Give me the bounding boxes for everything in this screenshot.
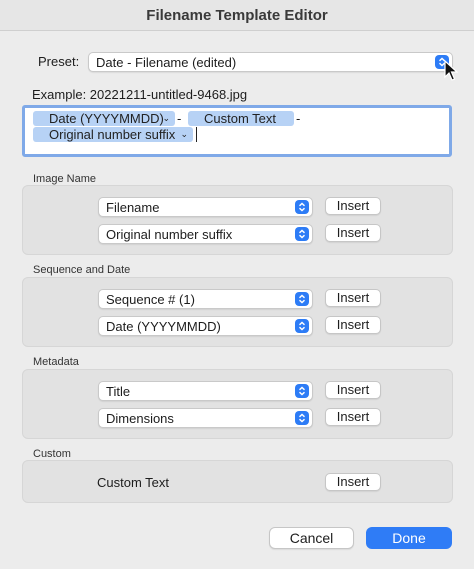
- up-down-chevron-icon: [295, 319, 309, 333]
- section-label-sequence-date: Sequence and Date: [33, 264, 131, 276]
- insert-dimensions-button[interactable]: Insert: [325, 408, 381, 426]
- preset-label: Preset:: [38, 54, 80, 69]
- date-select[interactable]: Date (YYYYMMDD): [98, 316, 313, 336]
- insert-sequence-button[interactable]: Insert: [325, 289, 381, 307]
- up-down-chevron-icon: [295, 411, 309, 425]
- arrow-cursor-icon: [444, 60, 458, 81]
- insert-title-button[interactable]: Insert: [325, 381, 381, 399]
- custom-panel: [22, 460, 453, 503]
- title-select-value: Title: [106, 383, 131, 399]
- up-down-chevron-icon: [295, 200, 309, 214]
- filename-select[interactable]: Filename: [98, 197, 313, 217]
- template-token[interactable]: Date (YYYYMMDD) ⌄: [33, 111, 175, 126]
- up-down-chevron-icon: [295, 384, 309, 398]
- insert-date-button[interactable]: Insert: [325, 316, 381, 334]
- example-filename: Example: 20221211-untitled-9468.jpg: [32, 87, 248, 102]
- up-down-chevron-icon: [295, 292, 309, 306]
- text-caret: [196, 127, 197, 142]
- template-token[interactable]: Original number suffix ⌄: [33, 127, 193, 142]
- template-separator: -: [296, 111, 301, 126]
- template-token-label: Custom Text: [204, 111, 277, 126]
- template-token-label: Date (YYYYMMDD): [49, 111, 164, 126]
- original-number-suffix-value: Original number suffix: [106, 226, 233, 242]
- dimensions-select-value: Dimensions: [106, 410, 174, 426]
- title-bar: Filename Template Editor: [0, 0, 474, 31]
- filename-select-value: Filename: [106, 199, 160, 215]
- cancel-button[interactable]: Cancel: [269, 527, 354, 549]
- custom-text-label: Custom Text: [97, 475, 170, 490]
- template-editor[interactable]: Date (YYYYMMDD) ⌄ - Custom Text - Origin…: [22, 105, 452, 157]
- original-number-suffix-select[interactable]: Original number suffix: [98, 224, 313, 244]
- template-separator: -: [177, 111, 182, 126]
- sequence-select-value: Sequence # (1): [106, 291, 195, 307]
- insert-original-number-suffix-button[interactable]: Insert: [325, 224, 381, 242]
- section-label-custom: Custom: [33, 448, 71, 460]
- chevron-down-icon[interactable]: ⌄: [162, 111, 170, 126]
- template-token-label: Original number suffix: [49, 127, 176, 142]
- insert-filename-button[interactable]: Insert: [325, 197, 381, 215]
- window-title: Filename Template Editor: [146, 6, 328, 24]
- template-token[interactable]: Custom Text: [188, 111, 294, 126]
- metadata-panel: [22, 369, 453, 439]
- preset-value: Date - Filename (edited): [96, 54, 237, 70]
- chevron-down-icon[interactable]: ⌄: [180, 127, 188, 142]
- section-label-metadata: Metadata: [33, 356, 79, 368]
- title-select[interactable]: Title: [98, 381, 313, 401]
- preset-select[interactable]: Date - Filename (edited): [88, 52, 453, 72]
- date-select-value: Date (YYYYMMDD): [106, 318, 221, 334]
- up-down-chevron-icon: [295, 227, 309, 241]
- sequence-select[interactable]: Sequence # (1): [98, 289, 313, 309]
- insert-custom-text-button[interactable]: Insert: [325, 473, 381, 491]
- done-button[interactable]: Done: [366, 527, 452, 549]
- sequence-date-panel: [22, 277, 453, 347]
- section-label-image-name: Image Name: [33, 173, 96, 185]
- dimensions-select[interactable]: Dimensions: [98, 408, 313, 428]
- image-name-panel: [22, 185, 453, 255]
